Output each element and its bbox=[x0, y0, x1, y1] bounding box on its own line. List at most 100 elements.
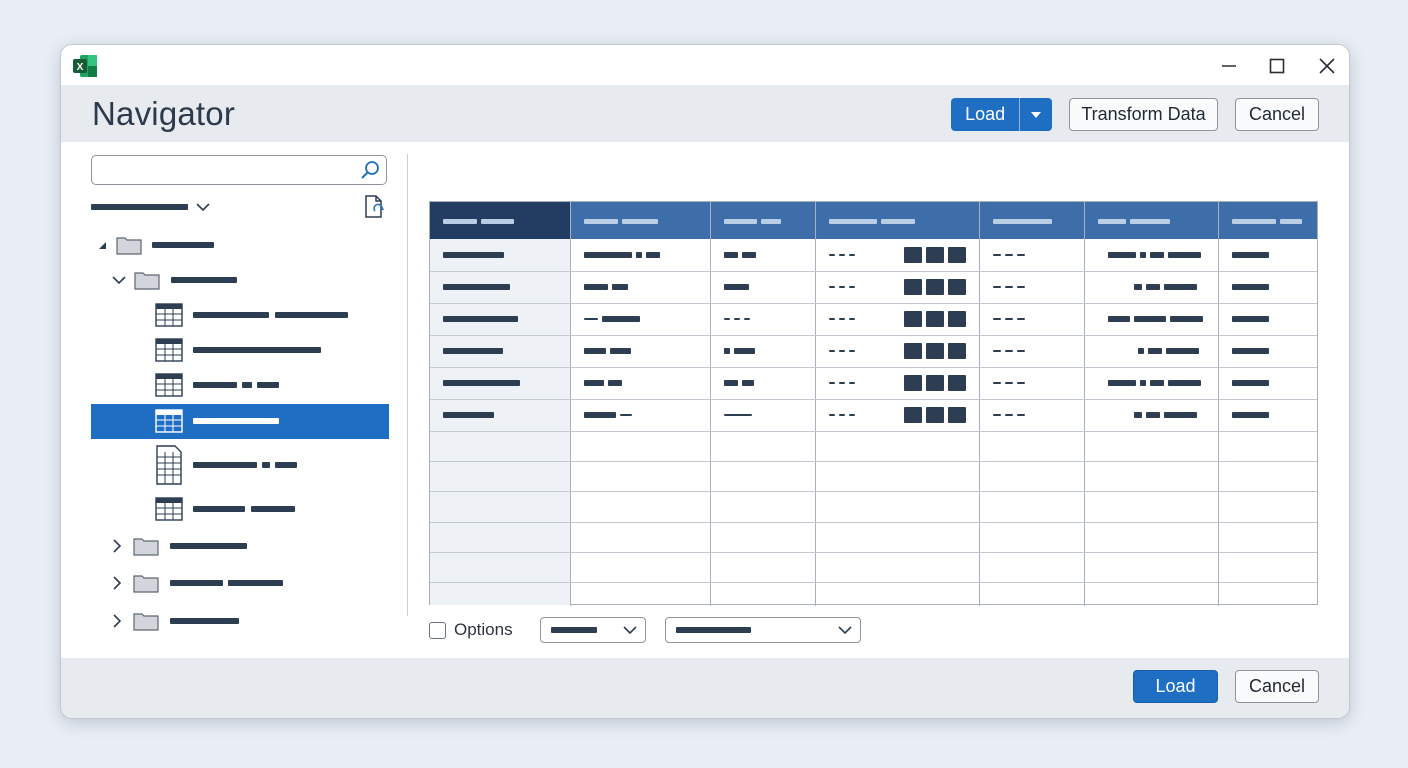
options-checkbox[interactable] bbox=[429, 622, 446, 639]
table-cell bbox=[1232, 239, 1269, 271]
table-cell bbox=[829, 271, 855, 303]
table-cell bbox=[584, 271, 628, 303]
table-cell bbox=[724, 335, 755, 367]
column-header-label bbox=[993, 205, 1052, 237]
chevron-down-icon bbox=[838, 626, 852, 635]
column-header-label bbox=[724, 205, 781, 237]
table-cell bbox=[829, 399, 855, 431]
chevron-down-icon bbox=[623, 626, 637, 635]
tree-label bbox=[171, 277, 237, 283]
table-cell bbox=[584, 335, 631, 367]
folder-icon bbox=[133, 538, 159, 556]
table-icon bbox=[155, 497, 183, 521]
tree-label bbox=[251, 506, 295, 512]
tree-node-collapsed[interactable] bbox=[111, 566, 283, 600]
display-options-dropdown[interactable] bbox=[91, 190, 210, 224]
close-icon[interactable] bbox=[1313, 53, 1341, 79]
table-cell bbox=[993, 239, 1025, 271]
svg-text:X: X bbox=[77, 62, 84, 73]
tree-label bbox=[170, 543, 247, 549]
pane-divider[interactable] bbox=[407, 154, 408, 616]
dropdown-value bbox=[551, 627, 597, 633]
maximize-icon[interactable] bbox=[1263, 53, 1291, 79]
table-cell bbox=[993, 399, 1025, 431]
chevron-right-icon bbox=[113, 539, 122, 553]
table-cell bbox=[584, 367, 622, 399]
options-dropdown-1[interactable] bbox=[540, 617, 646, 643]
tree-label bbox=[193, 312, 269, 318]
table-cell bbox=[443, 271, 510, 303]
tree-node-collapsed[interactable] bbox=[111, 529, 247, 563]
table-cell bbox=[443, 367, 520, 399]
caret-down-icon bbox=[1031, 111, 1042, 118]
minimize-icon[interactable] bbox=[1215, 53, 1243, 79]
tree-node-folder[interactable] bbox=[111, 263, 237, 297]
table-cell bbox=[993, 367, 1025, 399]
table-cell bbox=[724, 367, 754, 399]
table-cell bbox=[1108, 367, 1201, 399]
display-options-text bbox=[91, 204, 188, 210]
table-cell bbox=[584, 303, 640, 335]
tree-item-table-selected[interactable] bbox=[155, 404, 279, 438]
tree-item-table[interactable] bbox=[155, 298, 348, 332]
search-input[interactable] bbox=[91, 155, 387, 185]
table-cell bbox=[1232, 399, 1269, 431]
page-title: Navigator bbox=[92, 95, 236, 132]
tree-item-table[interactable] bbox=[155, 492, 295, 526]
column-header-label bbox=[443, 205, 514, 237]
footer-load-button[interactable]: Load bbox=[1133, 670, 1218, 703]
folder-icon bbox=[133, 613, 159, 631]
load-dropdown-button[interactable] bbox=[1020, 98, 1052, 131]
table-icon bbox=[155, 373, 183, 397]
column-header-label bbox=[829, 205, 915, 237]
refresh-file-icon[interactable] bbox=[363, 194, 387, 220]
tree-item-sheet[interactable] bbox=[155, 443, 297, 487]
chevron-down-icon bbox=[112, 276, 126, 285]
tree-label bbox=[193, 418, 279, 424]
table-cell bbox=[443, 399, 494, 431]
chevron-down-icon bbox=[196, 203, 210, 212]
tree-label bbox=[193, 462, 257, 468]
table-cell bbox=[1108, 239, 1201, 271]
load-button[interactable]: Load bbox=[951, 98, 1021, 131]
tree-item-table[interactable] bbox=[155, 333, 321, 367]
tree-label bbox=[170, 618, 239, 624]
load-split-button[interactable]: Load bbox=[951, 98, 1052, 131]
table-cell bbox=[993, 335, 1025, 367]
tree-label bbox=[275, 312, 348, 318]
folder-icon bbox=[133, 575, 159, 593]
table-cell bbox=[904, 399, 966, 431]
table-cell bbox=[724, 271, 749, 303]
table-cell bbox=[1108, 303, 1203, 335]
chevron-right-icon bbox=[113, 576, 122, 590]
options-dropdown-2[interactable] bbox=[665, 617, 861, 643]
navigator-window: X Navigator Load Transform Data Cancel O… bbox=[60, 44, 1350, 719]
table-cell bbox=[1232, 271, 1269, 303]
tree-label bbox=[257, 382, 279, 388]
tree-label bbox=[152, 242, 214, 248]
column-header-label bbox=[1232, 205, 1302, 237]
column-header-label bbox=[584, 205, 658, 237]
tree-node-collapsed[interactable] bbox=[111, 604, 239, 638]
table-cell bbox=[584, 399, 632, 431]
title-bar: X bbox=[61, 45, 1349, 85]
table-cell bbox=[724, 239, 756, 271]
tree-label bbox=[262, 462, 270, 468]
folder-icon bbox=[116, 237, 142, 255]
tree-label bbox=[193, 347, 321, 353]
footer-cancel-button[interactable]: Cancel bbox=[1235, 670, 1319, 703]
table-icon bbox=[155, 303, 183, 327]
table-cell bbox=[829, 367, 855, 399]
cancel-button[interactable]: Cancel bbox=[1235, 98, 1319, 131]
tree-label bbox=[228, 580, 283, 586]
footer: Load Cancel bbox=[61, 658, 1349, 718]
table-cell bbox=[724, 399, 752, 431]
transform-data-button[interactable]: Transform Data bbox=[1069, 98, 1218, 131]
tree-item-table[interactable] bbox=[155, 368, 279, 402]
tree-node-root[interactable] bbox=[97, 228, 214, 262]
table-cell bbox=[584, 239, 660, 271]
table-cell bbox=[1232, 367, 1269, 399]
excel-icon: X bbox=[73, 55, 97, 77]
column-header-label bbox=[1098, 205, 1170, 237]
table-cell bbox=[1232, 335, 1269, 367]
